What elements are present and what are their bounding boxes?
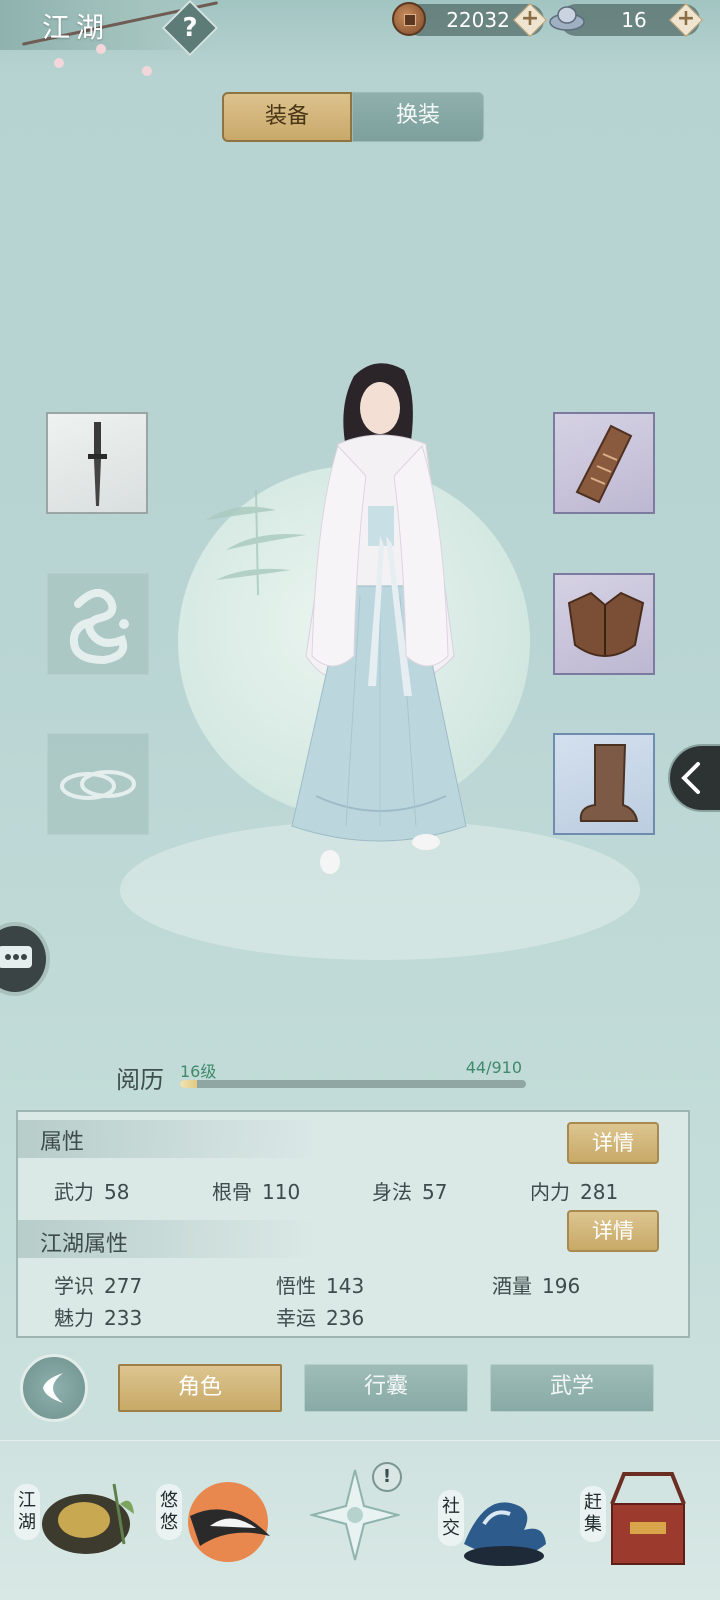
- attribute-item: 身法 57: [372, 1180, 448, 1204]
- detail-button-label: 详情: [592, 1219, 634, 1243]
- help-icon[interactable]: ?: [170, 8, 210, 48]
- bracer-slot[interactable]: [553, 412, 655, 514]
- jianghu-attribute-item: 学识 277: [54, 1274, 143, 1298]
- jianghu-detail-button[interactable]: 详情: [567, 1210, 659, 1252]
- boots-slot[interactable]: [553, 733, 655, 835]
- attribute-item: 武力 58: [54, 1180, 130, 1204]
- tab-inventory[interactable]: 行囊: [304, 1364, 468, 1412]
- boot-icon: [579, 744, 639, 822]
- nav-market-label[interactable]: 赶集: [580, 1486, 606, 1542]
- nav-jianghu-label[interactable]: 江湖: [14, 1484, 40, 1540]
- jianghu-hat-icon[interactable]: [34, 1464, 134, 1574]
- attributes-detail-button[interactable]: 详情: [567, 1122, 659, 1164]
- page-title: 江湖: [42, 11, 111, 44]
- alert-badge-icon: !: [372, 1462, 402, 1492]
- blossom-decoration: [142, 66, 152, 76]
- tab-equipment[interactable]: 装备: [222, 92, 352, 142]
- ring-slot[interactable]: [47, 733, 149, 835]
- detail-button-label: 详情: [592, 1131, 634, 1155]
- tab-martial-arts-label: 武学: [549, 1374, 594, 1399]
- experience-level: 16级: [180, 1062, 217, 1081]
- chevron-left-icon: [681, 762, 700, 794]
- expand-side-panel-button[interactable]: [668, 744, 720, 812]
- armor-icon: [567, 591, 645, 657]
- tab-character[interactable]: 角色: [118, 1364, 282, 1412]
- back-arrow-icon: [43, 1373, 63, 1403]
- pendant-slot[interactable]: [47, 573, 149, 675]
- market-basket-icon[interactable]: [600, 1464, 696, 1574]
- nav-social-label[interactable]: 社交: [438, 1490, 464, 1546]
- tab-outfit-label: 换装: [395, 103, 440, 128]
- nav-youyou-label[interactable]: 悠悠: [156, 1484, 182, 1540]
- jianghu-attributes-title: 江湖属性: [40, 1232, 129, 1257]
- experience-label: 阅历: [116, 1066, 164, 1094]
- weapon-slot[interactable]: [46, 412, 148, 514]
- bracer-icon: [575, 424, 633, 504]
- jianghu-attribute-item: 魅力 233: [54, 1306, 143, 1330]
- blossom-decoration: [54, 58, 64, 68]
- experience-bar-fill: [180, 1080, 197, 1088]
- jianghu-attribute-item: 悟性 143: [276, 1274, 365, 1298]
- attribute-item: 内力 281: [530, 1180, 619, 1204]
- tab-character-label: 角色: [177, 1375, 222, 1400]
- wave-social-icon[interactable]: [454, 1474, 554, 1574]
- dagger-icon: [88, 422, 107, 506]
- experience-bar: [180, 1080, 526, 1088]
- attributes-title: 属性: [40, 1130, 85, 1155]
- tab-equipment-label: 装备: [264, 104, 309, 129]
- plus-icon[interactable]: +: [518, 7, 542, 31]
- tab-martial-arts[interactable]: 武学: [490, 1364, 654, 1412]
- copper-coin-icon: [392, 2, 426, 36]
- crane-sun-icon[interactable]: [170, 1466, 280, 1576]
- armor-slot[interactable]: [553, 573, 655, 675]
- chat-button[interactable]: [0, 922, 50, 996]
- tab-outfit[interactable]: 换装: [352, 92, 484, 142]
- character-portrait[interactable]: [276, 356, 476, 876]
- back-button[interactable]: [20, 1354, 88, 1422]
- experience-progress-text: 44/910: [465, 1058, 522, 1077]
- plus-icon[interactable]: +: [674, 7, 698, 31]
- tab-inventory-label: 行囊: [363, 1374, 408, 1399]
- chat-bubble-icon: [0, 946, 32, 968]
- jianghu-attribute-item: 酒量 196: [492, 1274, 581, 1298]
- jianghu-attribute-item: 幸运 236: [276, 1306, 365, 1330]
- silver-ingot-icon: [549, 6, 585, 31]
- pendant-empty-icon: [69, 589, 129, 665]
- ring-empty-icon: [60, 770, 136, 800]
- attribute-item: 根骨 110: [212, 1180, 301, 1204]
